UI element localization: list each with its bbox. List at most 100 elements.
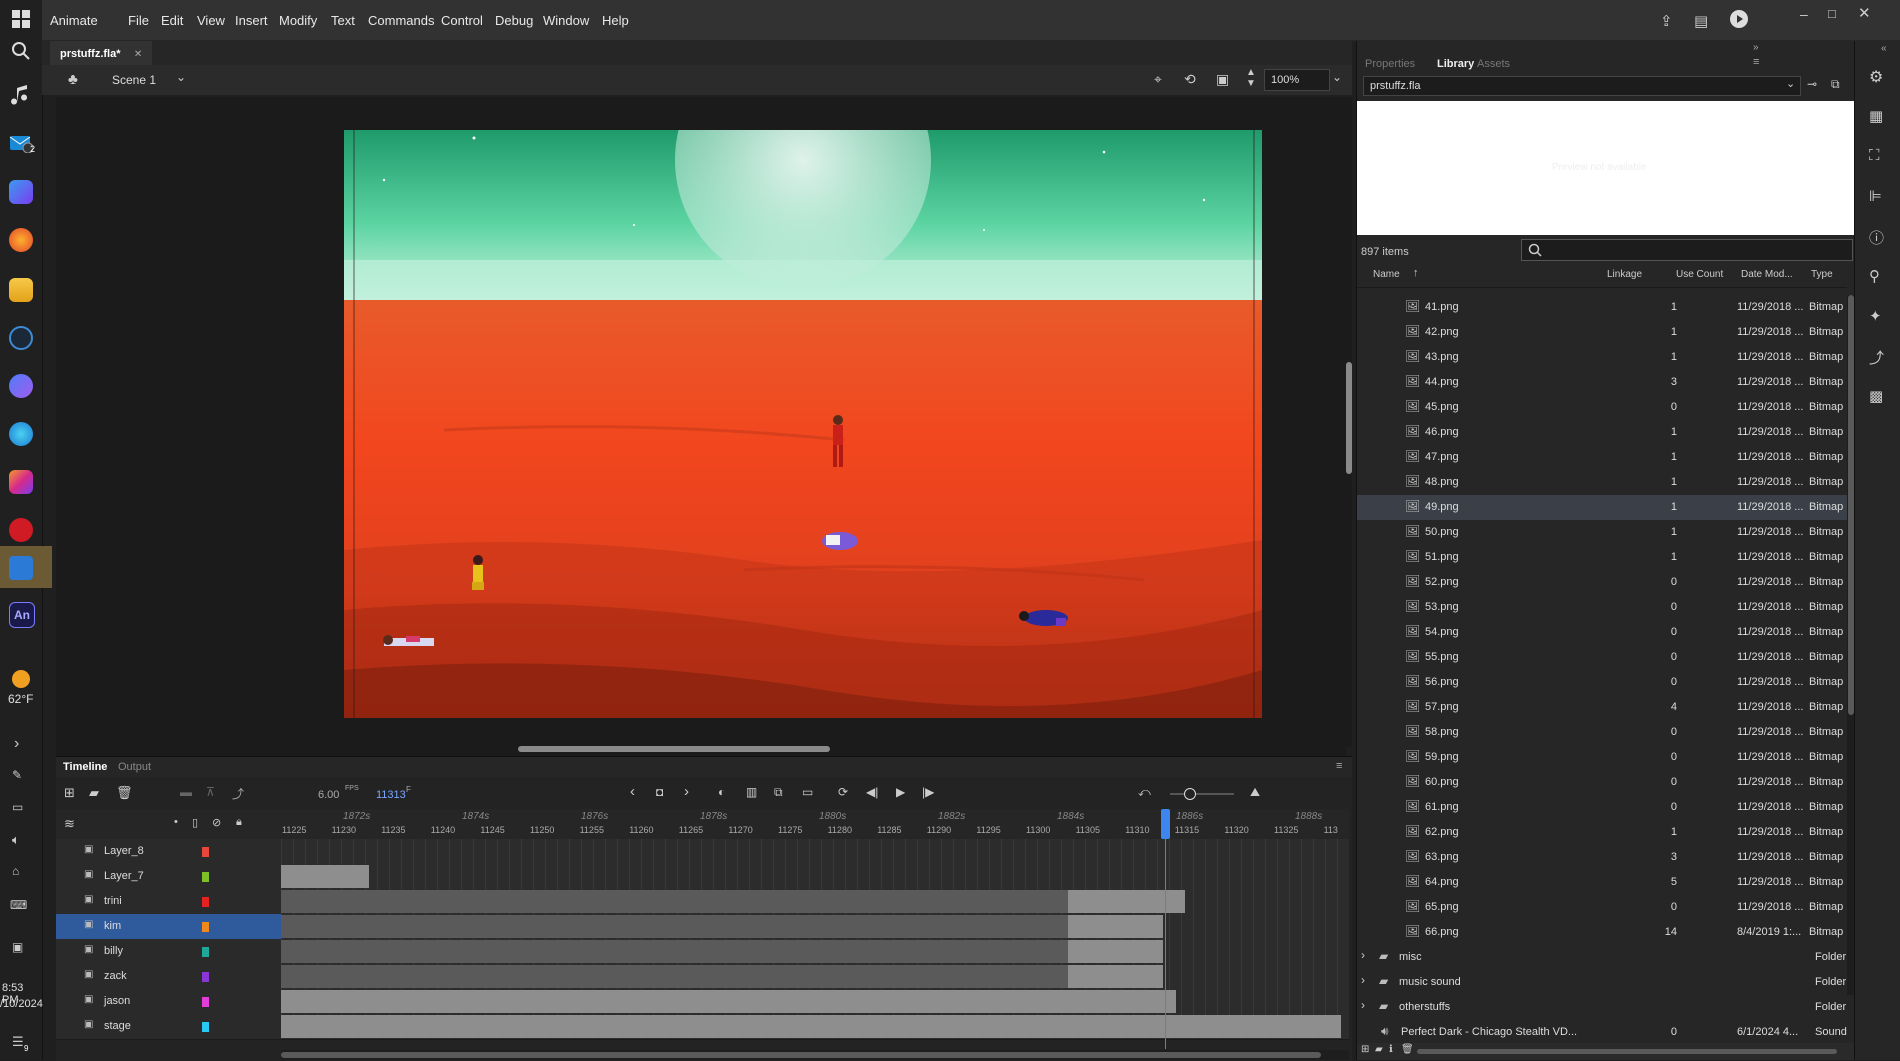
library-folder[interactable]: › ▰ music sound Folder xyxy=(1357,970,1847,995)
library-item[interactable]: 🖼︎ 59.png 0 11/29/2018 ... Bitmap xyxy=(1357,745,1847,770)
tab-assets[interactable]: Assets xyxy=(1477,58,1510,70)
library-item[interactable]: 🖼︎ 50.png 1 11/29/2018 ... Bitmap xyxy=(1357,520,1847,545)
stage-vscrollbar[interactable] xyxy=(1346,97,1352,747)
collapse-panel-icon[interactable]: » xyxy=(1753,42,1759,53)
zoom-stepper-icon[interactable]: ▲ ▼ xyxy=(1246,67,1256,89)
library-menu-icon[interactable]: ≡ xyxy=(1753,56,1759,68)
stage-canvas[interactable] xyxy=(344,130,1262,718)
camera-icon[interactable]: ▬ xyxy=(180,785,192,799)
network-icon[interactable]: ⌂ xyxy=(12,864,19,878)
col-date[interactable]: Date Mod... xyxy=(1741,269,1793,280)
sort-asc-icon[interactable]: ↑ xyxy=(1413,267,1419,279)
frame-row[interactable] xyxy=(281,889,1349,915)
menu-window[interactable]: Window xyxy=(543,13,589,28)
library-item[interactable]: 🖼︎ 43.png 1 11/29/2018 ... Bitmap xyxy=(1357,345,1847,370)
frame-span[interactable] xyxy=(1068,965,1163,988)
frame-row[interactable] xyxy=(281,1014,1349,1040)
steam-icon[interactable] xyxy=(9,326,33,350)
library-item[interactable]: 🖼︎ 52.png 0 11/29/2018 ... Bitmap xyxy=(1357,570,1847,595)
frame-span[interactable] xyxy=(281,965,1068,988)
step-forward-icon[interactable]: |▶ xyxy=(922,785,934,799)
library-folder[interactable]: › ▰ otherstuffs Folder xyxy=(1357,995,1847,1020)
library-item[interactable]: 🖼︎ 54.png 0 11/29/2018 ... Bitmap xyxy=(1357,620,1847,645)
frame-span[interactable] xyxy=(281,940,1068,963)
library-item[interactable]: 🖼︎ 47.png 1 11/29/2018 ... Bitmap xyxy=(1357,445,1847,470)
music-app-icon[interactable] xyxy=(6,80,36,110)
fit-frames-icon[interactable]: ⛰ xyxy=(1250,785,1260,800)
chevron-right-icon[interactable]: › xyxy=(1361,948,1365,962)
volume-icon[interactable]: 🔈︎ xyxy=(12,832,20,848)
clip-content-icon[interactable]: ▣ xyxy=(1216,71,1229,88)
tab-timeline[interactable]: Timeline xyxy=(63,761,107,773)
library-item[interactable]: 🖼︎ 60.png 0 11/29/2018 ... Bitmap xyxy=(1357,770,1847,795)
display-icon[interactable]: ▭ xyxy=(12,800,23,814)
delete-layer-icon[interactable]: 🗑︎ xyxy=(116,785,133,801)
library-item[interactable]: 🖼︎ 63.png 3 11/29/2018 ... Bitmap xyxy=(1357,845,1847,870)
share-icon[interactable]: ⇪ xyxy=(1660,12,1673,30)
expand-panels-icon[interactable]: « xyxy=(1881,43,1887,54)
menu-help[interactable]: Help xyxy=(602,13,629,28)
photos-app-icon[interactable] xyxy=(9,470,33,494)
pin-icon[interactable]: ⊸ xyxy=(1807,77,1817,91)
new-folder-icon[interactable]: ▰ xyxy=(1375,1044,1383,1055)
windows-start-icon[interactable] xyxy=(6,4,36,34)
copilot-icon[interactable] xyxy=(9,374,33,398)
library-sound-item[interactable]: 🔊︎ Perfect Dark - Chicago Stealth VD... 0 6… xyxy=(1357,1020,1847,1045)
frame-options-icon[interactable]: ▭ xyxy=(802,785,813,799)
menu-commands[interactable]: Commands xyxy=(368,13,434,28)
library-item[interactable]: 🖼︎ 64.png 5 11/29/2018 ... Bitmap xyxy=(1357,870,1847,895)
frame-row[interactable] xyxy=(281,864,1349,890)
step-back-icon[interactable]: ◀| xyxy=(866,785,878,799)
tween-icon[interactable]: ⧉ xyxy=(774,785,783,800)
chevron-right-icon[interactable]: › xyxy=(1361,973,1365,987)
menu-file[interactable]: File xyxy=(128,13,149,28)
timeline-hscroll-thumb[interactable] xyxy=(281,1052,1321,1058)
library-item[interactable]: 🖼︎ 62.png 1 11/29/2018 ... Bitmap xyxy=(1357,820,1847,845)
onion-skin-icon[interactable]: ◐ xyxy=(718,785,725,799)
menu-edit[interactable]: Edit xyxy=(161,13,183,28)
scene-name[interactable]: Scene 1 xyxy=(112,73,156,87)
character-lying-blue[interactable] xyxy=(822,532,858,550)
new-symbol-icon[interactable]: ⊞ xyxy=(1361,1044,1369,1055)
frame-row[interactable] xyxy=(281,989,1349,1015)
new-library-panel-icon[interactable]: ⧉ xyxy=(1831,77,1840,92)
zoom-dropdown-icon[interactable]: ⌄ xyxy=(1332,70,1342,84)
vscroll-thumb[interactable] xyxy=(1346,362,1352,474)
delete-icon[interactable]: 🗑︎ xyxy=(1401,1044,1414,1055)
frame-row[interactable] xyxy=(281,839,1349,865)
motion-editor-icon[interactable]: ⤴ xyxy=(1869,347,1884,368)
frame-span[interactable] xyxy=(1068,940,1163,963)
fps-value[interactable]: 6.00 xyxy=(318,789,339,801)
character-crouching-left[interactable] xyxy=(472,555,484,590)
graph-icon[interactable]: ⤴ xyxy=(232,785,244,802)
library-item[interactable]: 🖼︎ 46.png 1 11/29/2018 ... Bitmap xyxy=(1357,420,1847,445)
timeline-hscrollbar[interactable] xyxy=(281,1050,1349,1060)
new-layer-icon[interactable]: ⊞ xyxy=(64,785,75,801)
tab-library[interactable]: Library xyxy=(1437,58,1474,70)
close-icon[interactable]: ✕ xyxy=(1858,4,1871,22)
chevron-down-icon[interactable]: ⌄ xyxy=(176,70,186,84)
stage-hscrollbar[interactable] xyxy=(56,742,1346,756)
frame-span[interactable] xyxy=(281,865,369,888)
test-movie-icon[interactable] xyxy=(1730,10,1748,28)
library-item[interactable]: 🖼︎ 51.png 1 11/29/2018 ... Bitmap xyxy=(1357,545,1847,570)
search-icon[interactable] xyxy=(6,36,36,66)
lock-icon[interactable]: 🔒︎ xyxy=(236,816,242,829)
chevron-right-icon[interactable]: › xyxy=(14,735,19,753)
frame-ruler[interactable]: 1872s 1874s 1876s 1878s 1880s 1882s 1884s 1886s… xyxy=(281,809,1349,839)
hscroll-thumb[interactable] xyxy=(518,746,830,752)
info-icon[interactable]: ⓘ xyxy=(1869,227,1884,248)
edge-icon[interactable] xyxy=(9,422,33,446)
align-icon[interactable]: ⊫ xyxy=(1869,187,1882,205)
library-item[interactable]: 🖼︎ 41.png 1 11/29/2018 ... Bitmap xyxy=(1357,295,1847,320)
color-swatches-icon[interactable]: ▦ xyxy=(1869,107,1883,125)
library-item[interactable]: 🖼︎ 53.png 0 11/29/2018 ... Bitmap xyxy=(1357,595,1847,620)
frame-span[interactable] xyxy=(1068,915,1163,938)
minimize-icon[interactable]: – xyxy=(1800,6,1808,22)
frame-zoom-slider[interactable] xyxy=(1170,793,1234,795)
menu-text[interactable]: Text xyxy=(331,13,355,28)
frame-row[interactable] xyxy=(281,914,1349,940)
frame-span[interactable] xyxy=(281,990,1176,1013)
keyboard-icon[interactable]: ⌨ xyxy=(10,898,27,912)
frame-row[interactable] xyxy=(281,964,1349,990)
